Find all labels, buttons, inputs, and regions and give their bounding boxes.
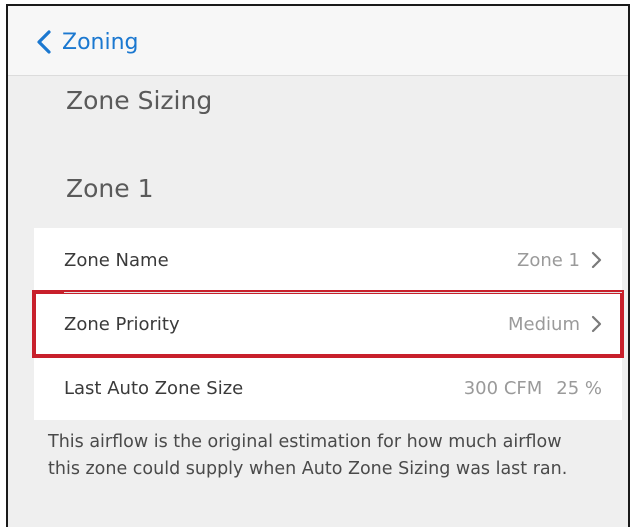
row-value-group: 300 CFM 25 % [464,378,622,399]
device-screen: Zoning Zone Sizing Zone 1 Zone Name Zone… [6,4,630,527]
zone-settings-list: Zone Name Zone 1 Zone Priority Medium La… [32,228,624,420]
airflow-value: 300 CFM [463,377,543,399]
row-value: Zone 1 [517,249,580,271]
chevron-left-icon [37,30,51,54]
row-value-group: Medium [508,314,622,335]
row-value-group: Zone 1 [517,250,622,271]
section-title-zone: Zone 1 [66,174,154,203]
row-label: Zone Name [64,249,169,271]
row-label: Last Auto Zone Size [64,377,244,399]
section-title-zone-sizing: Zone Sizing [66,86,213,115]
back-button[interactable]: Zoning [34,26,139,58]
airflow-percent: 25 % [556,377,602,399]
last-auto-zone-size-row: Last Auto Zone Size 300 CFM 25 % [34,356,622,420]
chevron-right-icon [591,315,602,333]
navigation-bar: Zoning [8,6,628,76]
zone-priority-row[interactable]: Zone Priority Medium [32,290,624,358]
chevron-right-icon [591,251,602,269]
row-label: Zone Priority [64,313,180,335]
zone-name-row[interactable]: Zone Name Zone 1 [34,228,622,292]
airflow-footnote: This airflow is the original estimation … [48,432,568,479]
back-label: Zoning [62,29,139,55]
row-value: Medium [508,313,580,335]
